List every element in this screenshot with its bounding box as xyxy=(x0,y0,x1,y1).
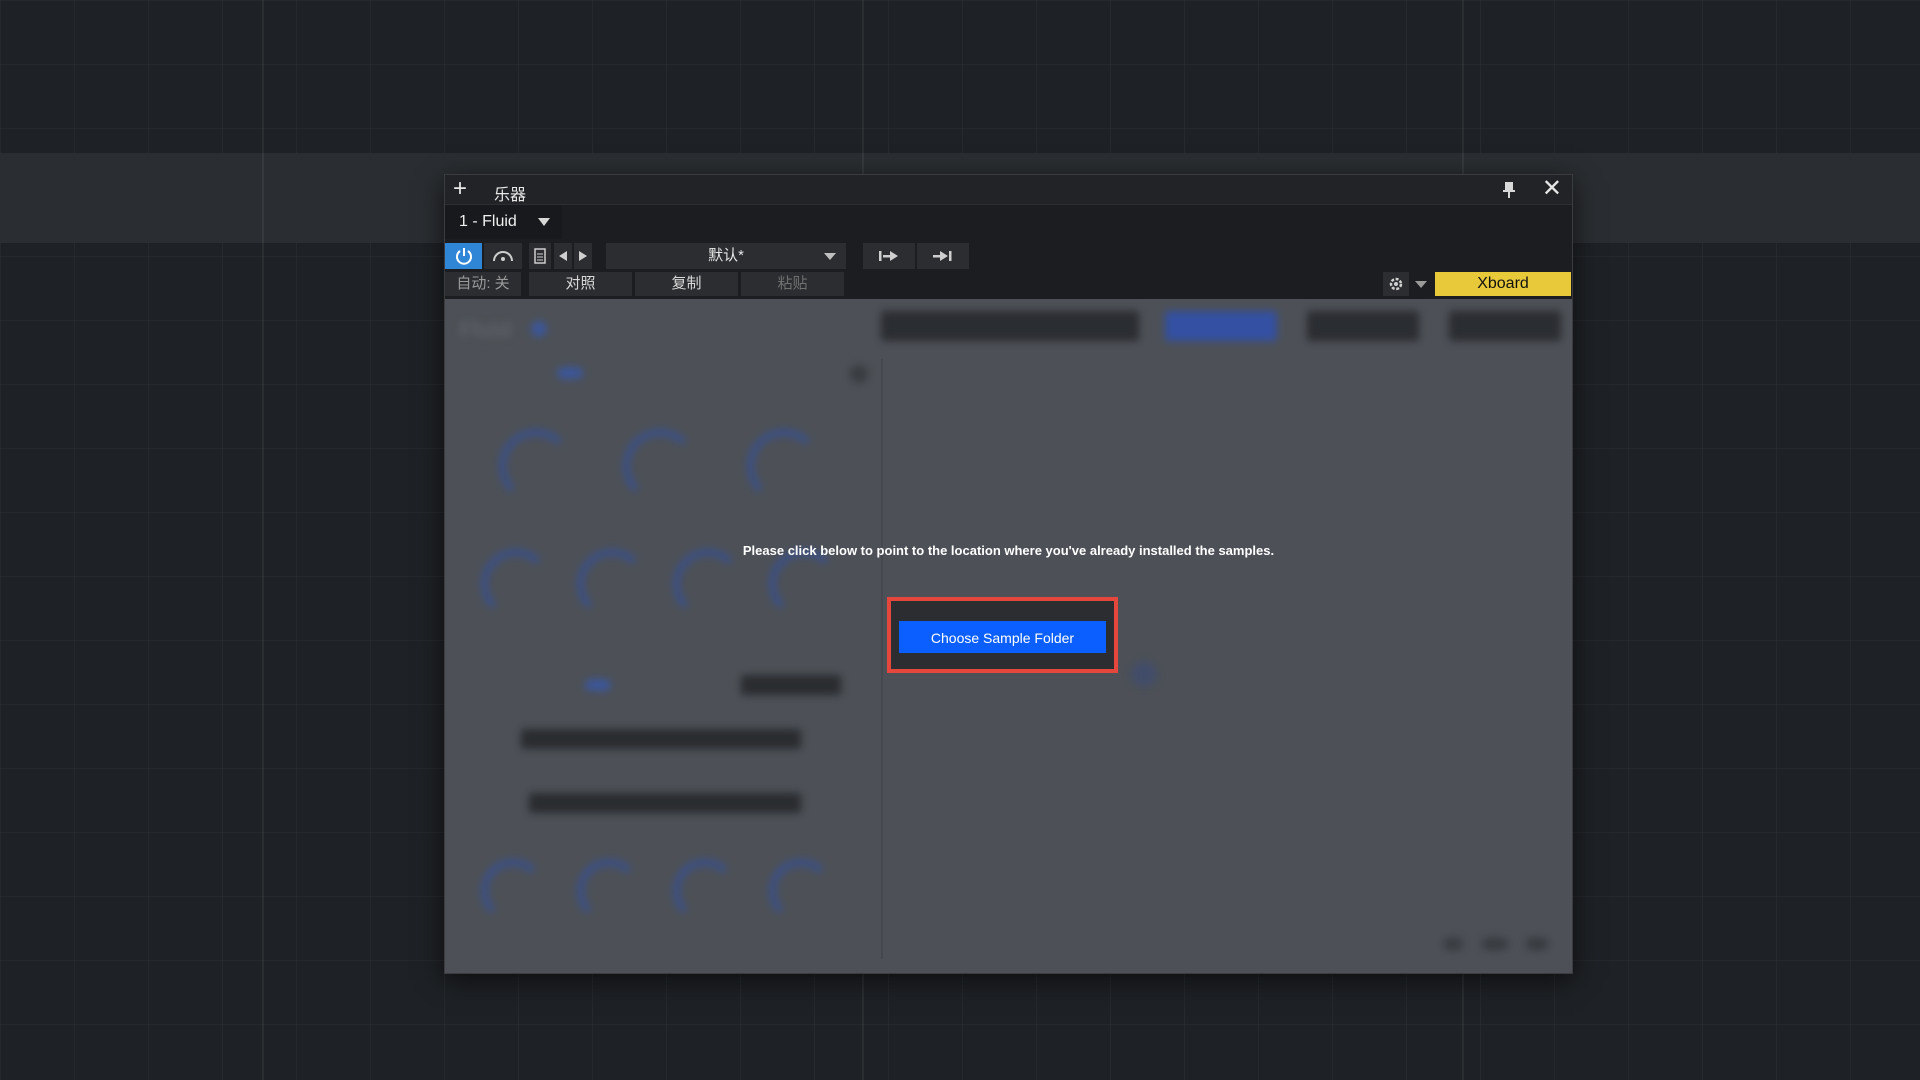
xboard-button[interactable]: Xboard xyxy=(1435,272,1571,296)
preset-browser-button[interactable] xyxy=(529,243,551,269)
sample-location-message: Please click below to point to the locat… xyxy=(742,543,1275,558)
copy-button[interactable]: 复制 xyxy=(635,272,738,296)
automation-button[interactable]: 自动: 关 xyxy=(445,272,521,296)
window-title: 乐器 xyxy=(494,187,527,204)
tab-pill xyxy=(1307,311,1419,341)
previous-preset-button[interactable] xyxy=(554,243,572,269)
slider-bar xyxy=(521,729,801,749)
prev-arrow-icon xyxy=(559,251,567,261)
knob xyxy=(499,429,573,503)
arc-icon xyxy=(493,251,513,262)
value-field xyxy=(741,675,841,695)
next-preset-button[interactable] xyxy=(574,243,592,269)
instrument-selector[interactable]: 1 - Fluid xyxy=(445,205,562,239)
choose-sample-folder-button[interactable]: Choose Sample Folder xyxy=(899,621,1106,653)
settings-dropdown[interactable] xyxy=(1411,272,1431,296)
skip-end-button[interactable] xyxy=(917,243,969,269)
knob xyxy=(769,549,839,619)
knob xyxy=(481,549,551,619)
pin-icon[interactable] xyxy=(1498,179,1520,201)
settings-button[interactable] xyxy=(1383,272,1409,296)
knob xyxy=(623,429,697,503)
knob xyxy=(673,859,737,923)
knob xyxy=(747,429,821,503)
instrument-window: + 乐器 ✕ 1 - Fluid 默认* 自动: 关 对照 复制 粘贴 Xboa… xyxy=(444,174,1573,974)
dot xyxy=(1443,937,1463,951)
power-button[interactable] xyxy=(445,243,482,269)
chevron-down-icon xyxy=(1415,281,1427,288)
plugin-toolbar: 默认* xyxy=(445,241,1572,271)
tab-pill-active xyxy=(1165,311,1277,341)
plugin-logo: Fluid xyxy=(459,317,512,342)
monitor-button[interactable] xyxy=(484,243,522,269)
window-titlebar[interactable]: + 乐器 ✕ xyxy=(445,175,1572,205)
compare-button[interactable]: 对照 xyxy=(529,272,632,296)
instrument-selector-label: 1 - Fluid xyxy=(459,213,517,230)
dot xyxy=(1131,661,1157,687)
document-icon xyxy=(534,248,546,264)
preset-pill xyxy=(881,311,1139,341)
dot xyxy=(850,365,868,383)
plugin-toolbar-secondary: 自动: 关 对照 复制 粘贴 Xboard xyxy=(445,272,1572,298)
plus-icon[interactable]: + xyxy=(453,176,467,202)
next-arrow-icon xyxy=(579,251,587,261)
chevron-down-icon xyxy=(538,218,550,226)
highlight-frame: Choose Sample Folder xyxy=(887,597,1118,673)
logo-dot xyxy=(531,321,547,337)
preset-dropdown[interactable]: 默认* xyxy=(606,243,846,269)
preset-name: 默认* xyxy=(708,247,744,264)
section-divider xyxy=(881,359,883,959)
toggle xyxy=(557,367,583,379)
dot xyxy=(1525,937,1549,951)
power-icon xyxy=(455,248,472,265)
tab-pill xyxy=(1449,311,1561,341)
knob xyxy=(769,859,833,923)
skip-end-icon xyxy=(933,251,952,261)
paste-button[interactable]: 粘贴 xyxy=(741,272,844,296)
knob xyxy=(577,859,641,923)
plugin-content: Fluid Please click below to point to the… xyxy=(445,299,1572,973)
gear-icon xyxy=(1389,277,1403,291)
dot xyxy=(1481,937,1509,951)
knob xyxy=(577,549,647,619)
chevron-down-icon xyxy=(824,253,836,260)
instrument-row: 1 - Fluid xyxy=(445,205,1572,239)
knob xyxy=(673,549,743,619)
close-icon[interactable]: ✕ xyxy=(1542,176,1562,202)
grid-line xyxy=(262,0,264,1080)
skip-forward-icon xyxy=(879,251,898,261)
knob xyxy=(481,859,545,923)
forward-button[interactable] xyxy=(863,243,915,269)
toggle xyxy=(585,679,611,691)
slider-bar xyxy=(529,793,801,813)
